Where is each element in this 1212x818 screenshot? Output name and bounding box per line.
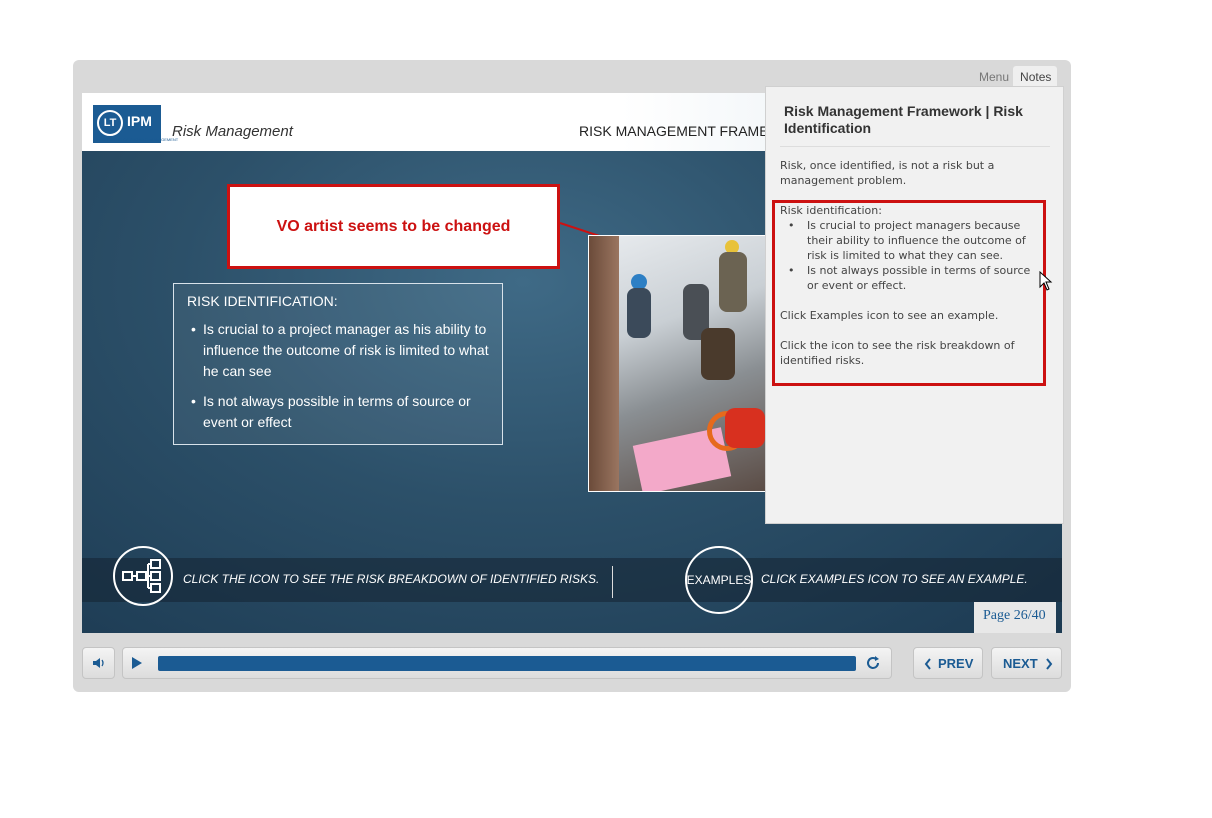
notes-title: Risk Management Framework | Risk Identif…: [784, 103, 1023, 136]
bar-divider: [612, 566, 613, 598]
examples-button[interactable]: EXAMPLES: [685, 546, 753, 614]
notes-paragraph: Risk, once identified, is not a risk but…: [780, 159, 995, 187]
logo-text: IPM: [127, 113, 152, 129]
examples-hint: CLICK EXAMPLES ICON TO SEE AN EXAMPLE.: [761, 572, 1028, 586]
logo-subtitle: L&T INSTITUTE OF PROJECT MANAGEMENT: [93, 137, 179, 142]
playback-bar: [122, 647, 892, 679]
panel-tabs: Menu Notes: [975, 66, 1058, 88]
tab-menu[interactable]: Menu: [975, 66, 1013, 88]
risk-identification-box: RISK IDENTIFICATION: Is crucial to a pro…: [173, 283, 503, 445]
review-callout: VO artist seems to be changed: [227, 184, 560, 269]
lt-logo-mark: LT: [97, 110, 123, 136]
page-indicator: Page 26/40: [974, 602, 1056, 633]
course-title: Risk Management: [172, 123, 293, 140]
notes-divider: [780, 146, 1050, 147]
volume-button[interactable]: [82, 647, 115, 679]
hierarchy-icon: [122, 559, 161, 593]
prev-button[interactable]: PREV: [913, 647, 983, 679]
notes-highlight-box: [772, 200, 1046, 386]
risk-bullet: Is crucial to a project manager as his a…: [187, 319, 490, 382]
construction-workers-photo: [588, 235, 773, 492]
replay-icon[interactable]: [864, 654, 882, 672]
progress-track[interactable]: [158, 656, 856, 671]
risk-heading: RISK IDENTIFICATION:: [187, 293, 338, 309]
play-icon[interactable]: [132, 657, 142, 669]
next-label: NEXT: [1003, 656, 1038, 671]
section-title: RISK MANAGEMENT FRAMEW: [579, 123, 782, 139]
risk-bullet: Is not always possible in terms of sourc…: [187, 391, 490, 433]
chevron-right-icon: [1046, 658, 1053, 670]
mouse-cursor-icon: [1039, 271, 1053, 291]
tab-notes[interactable]: Notes: [1013, 66, 1058, 88]
risk-breakdown-button[interactable]: [113, 546, 173, 606]
slide-bottom-bar: CLICK THE ICON TO SEE THE RISK BREAKDOWN…: [82, 546, 1062, 614]
examples-label: EXAMPLES: [686, 573, 752, 587]
next-button[interactable]: NEXT: [991, 647, 1062, 679]
chevron-left-icon: [924, 658, 931, 670]
speaker-icon: [93, 658, 104, 668]
risk-breakdown-hint: CLICK THE ICON TO SEE THE RISK BREAKDOWN…: [183, 572, 600, 586]
prev-label: PREV: [938, 656, 974, 671]
callout-text: VO artist seems to be changed: [276, 217, 511, 235]
